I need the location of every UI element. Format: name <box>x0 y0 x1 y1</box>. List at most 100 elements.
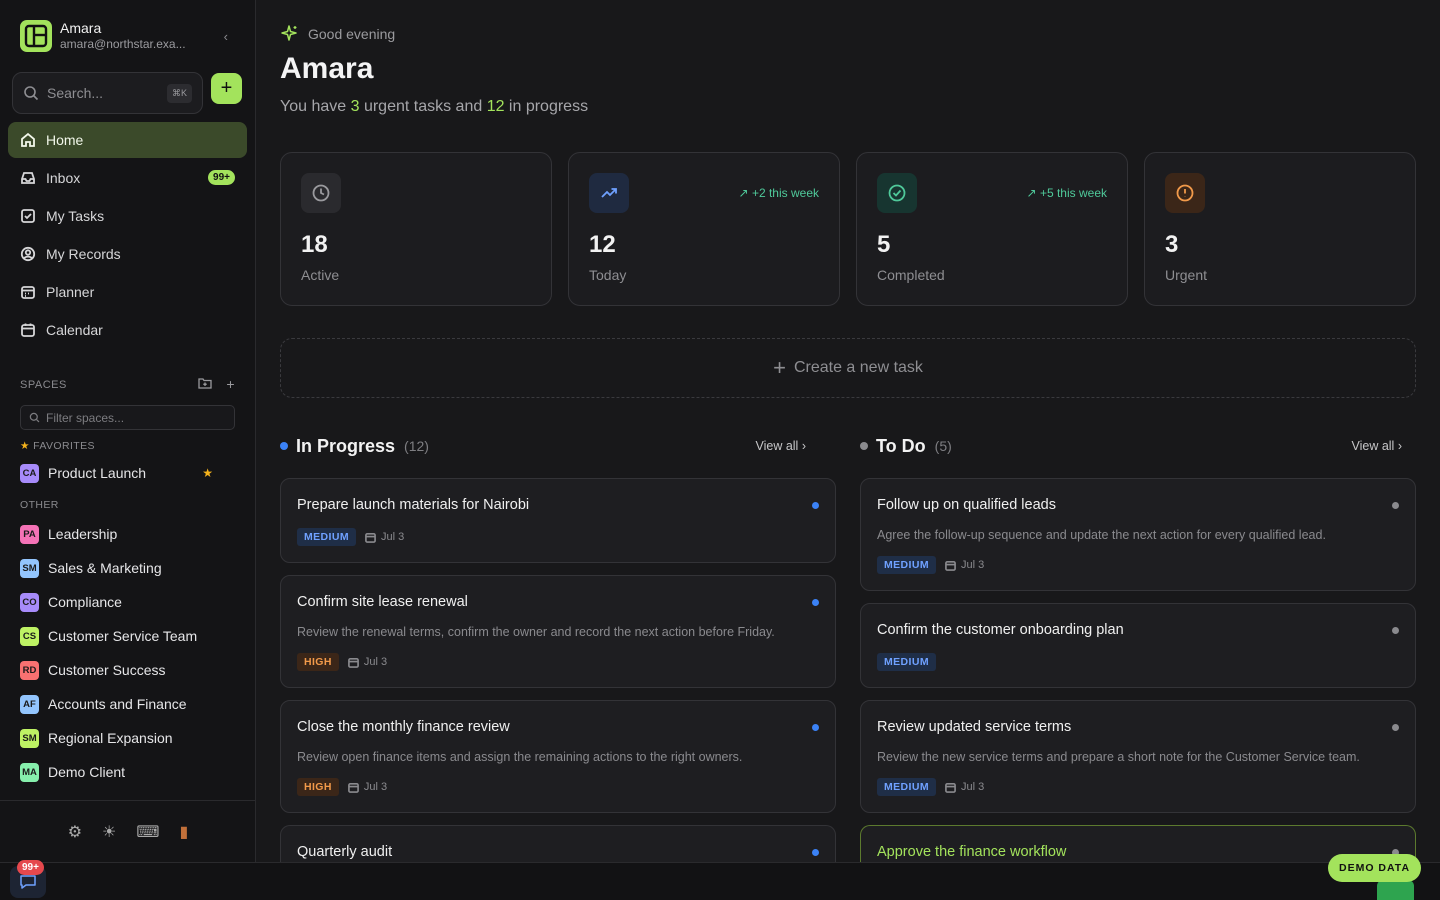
stat-card-urgent[interactable]: 3 Urgent <box>1144 152 1416 306</box>
view-all-in-progress-link[interactable]: View all › <box>755 439 806 453</box>
space-item-customer-service-team[interactable]: CS Customer Service Team <box>20 624 235 648</box>
keyboard-icon[interactable]: ⌨ <box>136 822 159 842</box>
add-space-icon[interactable]: + <box>226 376 235 393</box>
task-card[interactable]: Confirm the customer onboarding plan MED… <box>860 603 1416 688</box>
logout-door-icon[interactable]: ▮ <box>179 822 188 842</box>
theme-sun-icon[interactable]: ☀ <box>102 822 116 842</box>
space-item-compliance[interactable]: CO Compliance <box>20 590 235 614</box>
plus-icon: + <box>773 355 786 380</box>
nav-item-planner[interactable]: Planner <box>8 274 247 310</box>
chevron-right-icon: › <box>1397 439 1402 453</box>
task-card[interactable]: Prepare launch materials for Nairobi MED… <box>280 478 836 563</box>
nav-item-calendar[interactable]: Calendar <box>8 312 247 348</box>
nav-item-my-tasks[interactable]: My Tasks <box>8 198 247 234</box>
sidebar: Amara amara@northstar.exa... ‹ Search...… <box>0 0 256 862</box>
section-title: To Do <box>876 435 926 456</box>
quick-action-button[interactable] <box>1377 880 1414 900</box>
nav-label: Planner <box>46 284 95 300</box>
task-meta: MEDIUM Jul 3 <box>877 778 984 796</box>
space-item-accounts-finance[interactable]: AF Accounts and Finance <box>20 692 235 716</box>
space-tag: AF <box>20 694 39 714</box>
task-card[interactable]: Confirm site lease renewal Review the re… <box>280 575 836 688</box>
task-title: Prepare launch materials for Nairobi <box>297 497 530 513</box>
view-all-label: View all <box>755 439 799 453</box>
task-title: Review updated service terms <box>877 719 1072 735</box>
settings-gear-icon[interactable]: ⚙ <box>68 822 82 842</box>
task-card[interactable]: Close the monthly finance review Review … <box>280 700 836 813</box>
check-square-icon <box>21 209 35 223</box>
stat-card-completed[interactable]: ↗ +5 this week 5 Completed <box>856 152 1128 306</box>
status-dot <box>1392 627 1399 634</box>
create-task-button[interactable]: + Create a new task <box>280 338 1416 398</box>
space-tag: MA <box>20 762 39 782</box>
greeting-text: Good evening <box>308 26 396 42</box>
search-icon <box>29 412 40 423</box>
chevron-right-icon: › <box>801 439 806 453</box>
space-name: Compliance <box>48 594 122 610</box>
space-item-sales-marketing[interactable]: SM Sales & Marketing <box>20 556 235 580</box>
task-card[interactable]: Review updated service terms Review the … <box>860 700 1416 813</box>
stat-card-active[interactable]: 18 Active <box>280 152 552 306</box>
demo-data-badge: DEMO DATA <box>1328 854 1422 882</box>
subtitle-part: urgent tasks and <box>359 98 487 115</box>
space-tag: CO <box>20 592 39 612</box>
calendar-icon <box>347 782 359 793</box>
nav-label: Inbox <box>46 170 81 186</box>
favorites-label-text: FAVORITES <box>33 440 95 452</box>
task-meta: MEDIUM Jul 3 <box>297 528 404 546</box>
view-all-todo-link[interactable]: View all › <box>1351 439 1402 453</box>
task-description: Review the renewal terms, confirm the ow… <box>297 625 775 639</box>
progress-count: 12 <box>486 98 505 115</box>
nav-item-inbox[interactable]: Inbox 99+ <box>8 160 247 196</box>
task-card[interactable]: Quarterly audit <box>280 825 836 862</box>
status-dot <box>812 849 819 856</box>
priority-badge: MEDIUM <box>877 653 936 671</box>
status-dot <box>812 502 819 509</box>
space-name: Leadership <box>48 526 118 542</box>
stat-label: Completed <box>877 267 945 283</box>
stat-value: 18 <box>301 231 328 258</box>
space-name: Customer Service Team <box>48 628 198 644</box>
stat-trend: ↗ +2 this week <box>739 186 819 200</box>
space-tag: PA <box>20 524 39 544</box>
calendar-icon <box>945 782 956 793</box>
space-item-demo-client[interactable]: MA Demo Client <box>20 760 235 784</box>
favorites-label: ★ FAVORITES <box>20 440 95 452</box>
task-title: Confirm the customer onboarding plan <box>877 622 1124 638</box>
search-input[interactable]: Search... ⌘K <box>12 72 203 114</box>
collapse-sidebar-icon[interactable]: ‹ <box>224 29 228 44</box>
task-description: Review open finance items and assign the… <box>297 750 743 764</box>
nav-label: My Tasks <box>46 208 105 224</box>
stat-card-today[interactable]: ↗ +2 this week 12 Today <box>568 152 840 306</box>
space-item-leadership[interactable]: PA Leadership <box>20 522 235 546</box>
new-folder-icon[interactable] <box>198 376 212 393</box>
nav-item-home[interactable]: Home <box>8 122 247 158</box>
nav-label: Home <box>46 132 84 148</box>
check-circle-icon <box>877 173 917 213</box>
space-tag: SM <box>20 728 39 748</box>
nav-label: My Records <box>46 246 121 262</box>
status-dot <box>812 724 819 731</box>
favorite-star-icon[interactable]: ★ <box>202 466 213 480</box>
page-title: Amara <box>280 52 374 85</box>
nav-item-my-records[interactable]: My Records <box>8 236 247 272</box>
add-button[interactable]: + <box>211 73 242 104</box>
filter-spaces-input[interactable]: Filter spaces... <box>20 405 235 430</box>
stat-label: Urgent <box>1165 267 1208 283</box>
chat-icon <box>20 875 36 889</box>
task-meta: HIGH Jul 3 <box>297 653 387 671</box>
space-item-customer-success[interactable]: RD Customer Success <box>20 658 235 682</box>
subtitle-part: You have <box>280 98 351 115</box>
plus-icon: + <box>220 77 233 99</box>
task-title: Quarterly audit <box>297 844 393 860</box>
profile-switcher[interactable]: Amara amara@northstar.exa... ‹ <box>20 19 240 53</box>
space-tag: CA <box>20 463 39 483</box>
space-item-product-launch[interactable]: CA Product Launch ★ <box>20 461 235 485</box>
space-item-regional-expansion[interactable]: SM Regional Expansion <box>20 726 235 750</box>
space-name: Product Launch <box>48 465 147 481</box>
task-card[interactable]: Follow up on qualified leads Agree the f… <box>860 478 1416 591</box>
space-name: Customer Success <box>48 662 166 678</box>
trend-text: +2 this week <box>751 186 819 200</box>
user-circle-icon <box>20 246 36 262</box>
subtitle-part: in progress <box>504 98 589 115</box>
